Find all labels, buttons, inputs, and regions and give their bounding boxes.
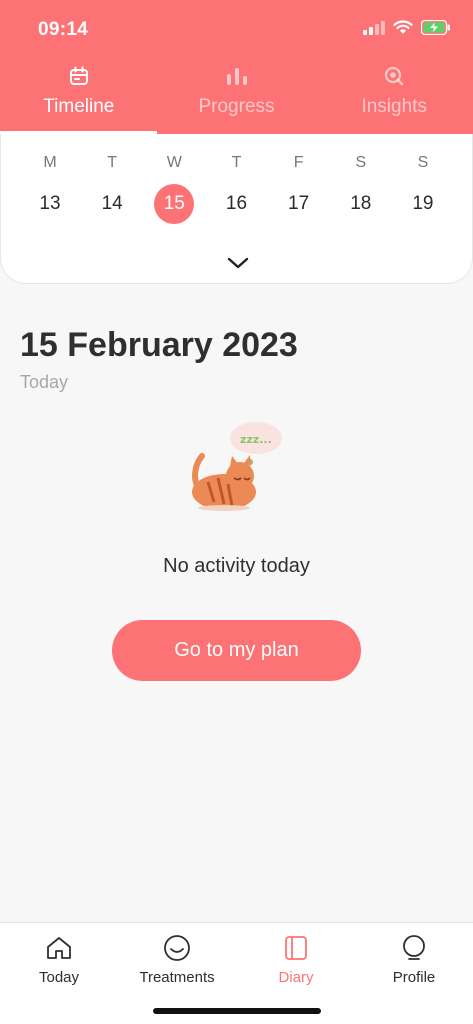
diary-icon: [284, 933, 308, 963]
tab-timeline[interactable]: Timeline: [0, 60, 158, 134]
day-saturday[interactable]: S 18: [330, 154, 392, 224]
day-friday[interactable]: F 17: [268, 154, 330, 224]
profile-icon: [400, 933, 428, 963]
day-number: 14: [101, 193, 123, 214]
day-letter: M: [43, 154, 57, 171]
diary-tabs: Timeline Progress Insights: [0, 60, 473, 134]
nav-label: Today: [38, 969, 80, 986]
tab-timeline-label: Timeline: [43, 96, 115, 117]
week-days-row: M 13 T 14 W 15 T 16 F 17 S 18 S 19: [19, 154, 454, 224]
app-header: 09:14 Timeline Progress Insights: [0, 0, 473, 134]
day-sunday[interactable]: S 19: [392, 154, 454, 224]
zzz-text: zzz...: [240, 433, 272, 446]
home-indicator[interactable]: [153, 1008, 321, 1014]
signal-icon: [363, 20, 385, 40]
calendar-icon: [69, 64, 89, 88]
nav-label: Diary: [278, 969, 314, 986]
nav-diary[interactable]: Diary: [241, 933, 351, 986]
nav-today[interactable]: Today: [4, 933, 114, 986]
day-thursday[interactable]: T 16: [205, 154, 267, 224]
battery-charging-icon: [420, 19, 451, 40]
home-icon: [45, 933, 73, 963]
day-number: 16: [225, 193, 248, 214]
tab-progress[interactable]: Progress: [158, 60, 316, 134]
day-letter: T: [107, 154, 118, 171]
day-letter: S: [355, 154, 367, 171]
date-subtitle: Today: [20, 372, 69, 392]
page-title: 15 February 2023: [20, 326, 298, 364]
nav-profile[interactable]: Profile: [359, 933, 469, 986]
day-wednesday[interactable]: W 15: [143, 154, 205, 224]
day-letter: T: [231, 154, 242, 171]
day-tuesday[interactable]: T 14: [81, 154, 143, 224]
tab-insights-label: Insights: [361, 96, 427, 117]
day-letter: S: [417, 154, 429, 171]
tab-insights[interactable]: Insights: [315, 60, 473, 134]
chevron-down-icon[interactable]: [225, 254, 251, 272]
go-to-plan-button[interactable]: Go to my plan: [112, 620, 361, 681]
nav-label: Profile: [392, 969, 436, 986]
empty-state-message: No activity today: [163, 555, 310, 577]
day-letter: F: [293, 154, 304, 171]
day-number: 17: [288, 193, 310, 214]
insights-icon: [383, 64, 405, 88]
nav-label: Treatments: [139, 969, 215, 986]
smiley-icon: [163, 933, 191, 963]
day-number: 18: [350, 193, 372, 214]
day-number: 19: [412, 193, 434, 214]
bar-chart-icon: [226, 64, 248, 88]
sleeping-cat-illustration: zzz...: [184, 418, 288, 514]
week-calendar: M 13 T 14 W 15 T 16 F 17 S 18 S 19: [0, 134, 473, 284]
day-number: 13: [39, 193, 61, 214]
status-time: 09:14: [38, 19, 89, 40]
day-monday[interactable]: M 13: [19, 154, 81, 224]
day-number-selected: 15: [154, 184, 195, 224]
nav-treatments[interactable]: Treatments: [122, 933, 232, 986]
status-icons: [363, 19, 451, 40]
wifi-icon: [393, 20, 413, 40]
day-letter: W: [166, 154, 182, 171]
tab-progress-label: Progress: [198, 96, 275, 117]
